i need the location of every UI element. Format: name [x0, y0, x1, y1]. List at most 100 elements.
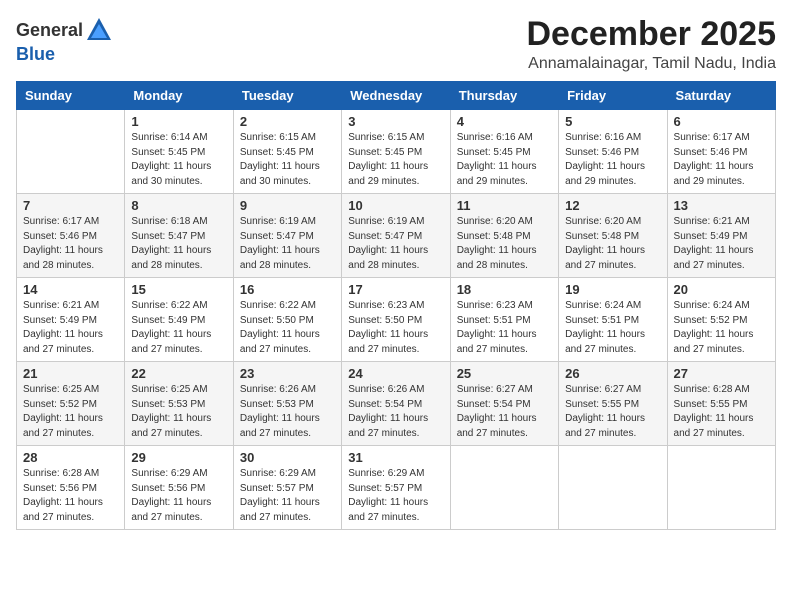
day-number: 3 — [348, 114, 443, 129]
day-number: 20 — [674, 282, 769, 297]
title-block: December 2025 Annamalainagar, Tamil Nadu… — [526, 16, 776, 73]
day-info: Sunrise: 6:16 AM Sunset: 5:45 PM Dayligh… — [457, 131, 552, 189]
calendar-week-row: 28 Sunrise: 6:28 AM Sunset: 5:56 PM Dayli… — [17, 446, 776, 530]
day-info: Sunrise: 6:23 AM Sunset: 5:50 PM Dayligh… — [348, 299, 443, 357]
calendar-cell — [667, 446, 775, 530]
day-info: Sunrise: 6:20 AM Sunset: 5:48 PM Dayligh… — [457, 215, 552, 273]
calendar-cell: 28 Sunrise: 6:28 AM Sunset: 5:56 PM Dayli… — [17, 446, 125, 530]
day-number: 14 — [23, 282, 118, 297]
day-number: 27 — [674, 366, 769, 381]
day-info: Sunrise: 6:15 AM Sunset: 5:45 PM Dayligh… — [348, 131, 443, 189]
calendar-table: SundayMondayTuesdayWednesdayThursdayFrid… — [16, 81, 776, 530]
day-number: 22 — [131, 366, 226, 381]
calendar-cell: 7 Sunrise: 6:17 AM Sunset: 5:46 PM Daylig… — [17, 194, 125, 278]
day-number: 6 — [674, 114, 769, 129]
calendar-cell: 22 Sunrise: 6:25 AM Sunset: 5:53 PM Dayli… — [125, 362, 233, 446]
weekday-header-friday: Friday — [559, 82, 667, 110]
day-number: 12 — [565, 198, 660, 213]
day-number: 23 — [240, 366, 335, 381]
day-number: 30 — [240, 450, 335, 465]
day-info: Sunrise: 6:26 AM Sunset: 5:53 PM Dayligh… — [240, 383, 335, 441]
calendar-cell: 12 Sunrise: 6:20 AM Sunset: 5:48 PM Dayli… — [559, 194, 667, 278]
day-number: 15 — [131, 282, 226, 297]
day-info: Sunrise: 6:25 AM Sunset: 5:53 PM Dayligh… — [131, 383, 226, 441]
day-number: 9 — [240, 198, 335, 213]
calendar-cell: 9 Sunrise: 6:19 AM Sunset: 5:47 PM Daylig… — [233, 194, 341, 278]
calendar-cell: 11 Sunrise: 6:20 AM Sunset: 5:48 PM Dayli… — [450, 194, 558, 278]
day-info: Sunrise: 6:24 AM Sunset: 5:51 PM Dayligh… — [565, 299, 660, 357]
calendar-cell: 18 Sunrise: 6:23 AM Sunset: 5:51 PM Dayli… — [450, 278, 558, 362]
day-info: Sunrise: 6:29 AM Sunset: 5:57 PM Dayligh… — [240, 467, 335, 525]
logo-general: General — [16, 20, 83, 41]
day-info: Sunrise: 6:23 AM Sunset: 5:51 PM Dayligh… — [457, 299, 552, 357]
day-number: 25 — [457, 366, 552, 381]
day-info: Sunrise: 6:19 AM Sunset: 5:47 PM Dayligh… — [240, 215, 335, 273]
month-title: December 2025 — [526, 16, 776, 53]
day-number: 31 — [348, 450, 443, 465]
calendar-cell: 3 Sunrise: 6:15 AM Sunset: 5:45 PM Daylig… — [342, 110, 450, 194]
weekday-header-thursday: Thursday — [450, 82, 558, 110]
calendar-cell: 5 Sunrise: 6:16 AM Sunset: 5:46 PM Daylig… — [559, 110, 667, 194]
calendar-cell: 14 Sunrise: 6:21 AM Sunset: 5:49 PM Dayli… — [17, 278, 125, 362]
calendar-week-row: 7 Sunrise: 6:17 AM Sunset: 5:46 PM Daylig… — [17, 194, 776, 278]
day-info: Sunrise: 6:29 AM Sunset: 5:57 PM Dayligh… — [348, 467, 443, 525]
day-info: Sunrise: 6:28 AM Sunset: 5:55 PM Dayligh… — [674, 383, 769, 441]
day-number: 11 — [457, 198, 552, 213]
day-number: 24 — [348, 366, 443, 381]
day-number: 21 — [23, 366, 118, 381]
day-number: 4 — [457, 114, 552, 129]
day-info: Sunrise: 6:18 AM Sunset: 5:47 PM Dayligh… — [131, 215, 226, 273]
calendar-cell: 26 Sunrise: 6:27 AM Sunset: 5:55 PM Dayli… — [559, 362, 667, 446]
calendar-cell: 27 Sunrise: 6:28 AM Sunset: 5:55 PM Dayli… — [667, 362, 775, 446]
logo: General Blue — [16, 16, 113, 65]
day-info: Sunrise: 6:19 AM Sunset: 5:47 PM Dayligh… — [348, 215, 443, 273]
calendar-cell: 4 Sunrise: 6:16 AM Sunset: 5:45 PM Daylig… — [450, 110, 558, 194]
calendar-cell: 2Sunrise: 6:15 AM Sunset: 5:45 PM Daylig… — [233, 110, 341, 194]
day-info: Sunrise: 6:22 AM Sunset: 5:49 PM Dayligh… — [131, 299, 226, 357]
day-info: Sunrise: 6:22 AM Sunset: 5:50 PM Dayligh… — [240, 299, 335, 357]
calendar-cell: 6 Sunrise: 6:17 AM Sunset: 5:46 PM Daylig… — [667, 110, 775, 194]
day-info: Sunrise: 6:29 AM Sunset: 5:56 PM Dayligh… — [131, 467, 226, 525]
day-info: Sunrise: 6:17 AM Sunset: 5:46 PM Dayligh… — [674, 131, 769, 189]
day-info: Sunrise: 6:20 AM Sunset: 5:48 PM Dayligh… — [565, 215, 660, 273]
calendar-cell: 15 Sunrise: 6:22 AM Sunset: 5:49 PM Dayli… — [125, 278, 233, 362]
calendar-week-row: 14 Sunrise: 6:21 AM Sunset: 5:49 PM Dayli… — [17, 278, 776, 362]
day-info: Sunrise: 6:27 AM Sunset: 5:55 PM Dayligh… — [565, 383, 660, 441]
calendar-cell: 31 Sunrise: 6:29 AM Sunset: 5:57 PM Dayli… — [342, 446, 450, 530]
day-number: 5 — [565, 114, 660, 129]
day-info: Sunrise: 6:25 AM Sunset: 5:52 PM Dayligh… — [23, 383, 118, 441]
day-info: Sunrise: 6:24 AM Sunset: 5:52 PM Dayligh… — [674, 299, 769, 357]
day-number: 10 — [348, 198, 443, 213]
calendar-cell: 16 Sunrise: 6:22 AM Sunset: 5:50 PM Dayli… — [233, 278, 341, 362]
calendar-cell: 13Sunrise: 6:21 AM Sunset: 5:49 PM Dayli… — [667, 194, 775, 278]
day-info: Sunrise: 6:15 AM Sunset: 5:45 PM Dayligh… — [240, 131, 335, 189]
location-title: Annamalainagar, Tamil Nadu, India — [526, 55, 776, 73]
day-info: Sunrise: 6:26 AM Sunset: 5:54 PM Dayligh… — [348, 383, 443, 441]
logo-icon — [85, 16, 113, 44]
calendar-cell: 20 Sunrise: 6:24 AM Sunset: 5:52 PM Dayli… — [667, 278, 775, 362]
calendar-week-row: 1Sunrise: 6:14 AM Sunset: 5:45 PM Daylig… — [17, 110, 776, 194]
calendar-cell: 21 Sunrise: 6:25 AM Sunset: 5:52 PM Dayli… — [17, 362, 125, 446]
weekday-header-saturday: Saturday — [667, 82, 775, 110]
page-header: General Blue December 2025 Annamalainaga… — [16, 16, 776, 73]
day-number: 28 — [23, 450, 118, 465]
calendar-cell: 8 Sunrise: 6:18 AM Sunset: 5:47 PM Daylig… — [125, 194, 233, 278]
weekday-header-monday: Monday — [125, 82, 233, 110]
day-info: Sunrise: 6:28 AM Sunset: 5:56 PM Dayligh… — [23, 467, 118, 525]
calendar-cell: 23 Sunrise: 6:26 AM Sunset: 5:53 PM Dayli… — [233, 362, 341, 446]
logo-blue: Blue — [16, 44, 55, 64]
day-info: Sunrise: 6:21 AM Sunset: 5:49 PM Dayligh… — [23, 299, 118, 357]
day-number: 26 — [565, 366, 660, 381]
day-number: 17 — [348, 282, 443, 297]
day-number: 18 — [457, 282, 552, 297]
day-number: 7 — [23, 198, 118, 213]
weekday-header-tuesday: Tuesday — [233, 82, 341, 110]
day-number: 16 — [240, 282, 335, 297]
day-info: Sunrise: 6:27 AM Sunset: 5:54 PM Dayligh… — [457, 383, 552, 441]
day-number: 13 — [674, 198, 769, 213]
day-number: 8 — [131, 198, 226, 213]
calendar-cell: 10 Sunrise: 6:19 AM Sunset: 5:47 PM Dayli… — [342, 194, 450, 278]
calendar-cell — [559, 446, 667, 530]
day-info: Sunrise: 6:16 AM Sunset: 5:46 PM Dayligh… — [565, 131, 660, 189]
day-info: Sunrise: 6:17 AM Sunset: 5:46 PM Dayligh… — [23, 215, 118, 273]
